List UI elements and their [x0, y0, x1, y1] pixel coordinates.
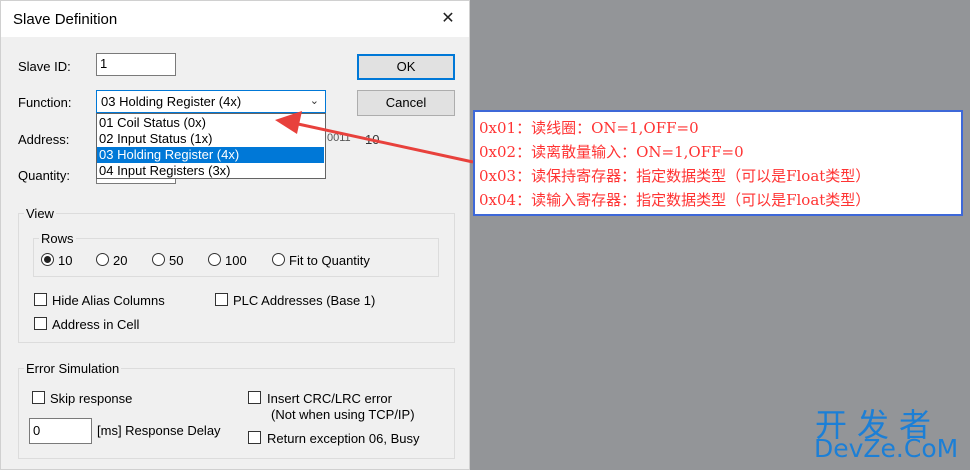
- annotation-line-3: 0x03：读保持寄存器：指定数据类型（可以是Float类型）: [479, 167, 871, 185]
- annotation-line-4: 0x04：读输入寄存器：指定数据类型（可以是Float类型）: [479, 191, 871, 209]
- annotation-box: 0x01：读线圈：ON=1,OFF=0 0x02：读离散量输入：ON=1,OFF…: [473, 110, 963, 216]
- watermark-logo-domain: DevZe.CoM: [814, 434, 959, 463]
- annotation-line-2: 0x02：读离散量输入：ON=1,OFF=0: [479, 143, 744, 161]
- arrow-head: [275, 111, 302, 134]
- arrow-shaft: [297, 122, 474, 164]
- annotation-line-1: 0x01：读线圈：ON=1,OFF=0: [479, 119, 699, 137]
